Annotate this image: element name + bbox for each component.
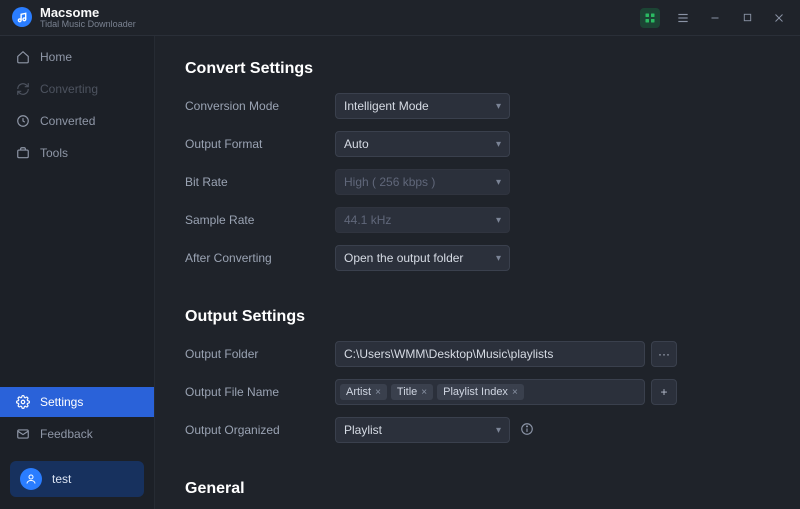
select-value: Auto bbox=[344, 137, 369, 151]
add-tag-button[interactable]: + bbox=[651, 379, 677, 405]
sidebar-user[interactable]: test bbox=[10, 461, 144, 497]
minimize-button[interactable] bbox=[706, 9, 724, 27]
chevron-down-icon: ▾ bbox=[496, 101, 501, 112]
chevron-down-icon: ▾ bbox=[496, 177, 501, 188]
select-sample-rate: 44.1 kHz ▾ bbox=[335, 207, 510, 233]
label-output-folder: Output Folder bbox=[185, 347, 335, 361]
sidebar-item-label: Feedback bbox=[40, 427, 93, 441]
plus-icon: + bbox=[660, 385, 667, 399]
tag-playlist-index[interactable]: Playlist Index× bbox=[437, 384, 524, 400]
sidebar: Home Converting Converted Tools bbox=[0, 36, 155, 509]
chevron-down-icon: ▾ bbox=[496, 253, 501, 264]
input-output-folder[interactable]: C:\Users\WMM\Desktop\Music\playlists bbox=[335, 341, 645, 367]
tag-title[interactable]: Title× bbox=[391, 384, 433, 400]
info-icon[interactable] bbox=[520, 422, 534, 439]
clock-icon bbox=[16, 114, 30, 128]
label-output-file-name: Output File Name bbox=[185, 385, 335, 399]
gear-icon bbox=[16, 395, 30, 409]
select-after-converting[interactable]: Open the output folder ▾ bbox=[335, 245, 510, 271]
user-label: test bbox=[52, 472, 71, 486]
remove-tag-icon[interactable]: × bbox=[375, 387, 381, 398]
label-bit-rate: Bit Rate bbox=[185, 175, 335, 189]
sidebar-item-home[interactable]: Home bbox=[0, 42, 154, 72]
label-output-organized: Output Organized bbox=[185, 423, 335, 437]
sidebar-item-label: Converted bbox=[40, 114, 95, 128]
sidebar-item-label: Settings bbox=[40, 395, 83, 409]
main-panel: Convert Settings Conversion Mode Intelli… bbox=[155, 36, 800, 509]
app-name: Macsome bbox=[40, 6, 136, 20]
input-value: C:\Users\WMM\Desktop\Music\playlists bbox=[344, 347, 553, 361]
close-button[interactable] bbox=[770, 9, 788, 27]
menu-button[interactable] bbox=[674, 9, 692, 27]
home-icon bbox=[16, 50, 30, 64]
section-title-convert: Convert Settings bbox=[185, 60, 770, 78]
select-bit-rate: High ( 256 kbps ) ▾ bbox=[335, 169, 510, 195]
titlebar: Macsome Tidal Music Downloader bbox=[0, 0, 800, 36]
toolbox-icon bbox=[16, 146, 30, 160]
sidebar-item-label: Home bbox=[40, 50, 72, 64]
grid-view-button[interactable] bbox=[640, 8, 660, 28]
chevron-down-icon: ▾ bbox=[496, 215, 501, 226]
avatar-icon bbox=[20, 468, 42, 490]
chevron-down-icon: ▾ bbox=[496, 139, 501, 150]
select-output-organized[interactable]: Playlist ▾ bbox=[335, 417, 510, 443]
ellipsis-icon: ··· bbox=[658, 347, 670, 361]
brand: Macsome Tidal Music Downloader bbox=[12, 6, 136, 29]
section-title-general: General bbox=[185, 480, 770, 498]
select-value: Open the output folder bbox=[344, 251, 463, 265]
label-after-converting: After Converting bbox=[185, 251, 335, 265]
label-output-format: Output Format bbox=[185, 137, 335, 151]
tagbox-file-name[interactable]: Artist× Title× Playlist Index× bbox=[335, 379, 645, 405]
sidebar-item-label: Converting bbox=[40, 82, 98, 96]
app-subtitle: Tidal Music Downloader bbox=[40, 20, 136, 29]
converting-icon bbox=[16, 82, 30, 96]
select-value: Playlist bbox=[344, 423, 382, 437]
remove-tag-icon[interactable]: × bbox=[421, 387, 427, 398]
sidebar-item-tools[interactable]: Tools bbox=[0, 138, 154, 168]
select-output-format[interactable]: Auto ▾ bbox=[335, 131, 510, 157]
sidebar-item-converting: Converting bbox=[0, 74, 154, 104]
select-conversion-mode[interactable]: Intelligent Mode ▾ bbox=[335, 93, 510, 119]
sidebar-item-feedback[interactable]: Feedback bbox=[0, 419, 154, 449]
select-value: High ( 256 kbps ) bbox=[344, 175, 435, 189]
select-value: 44.1 kHz bbox=[344, 213, 391, 227]
label-conversion-mode: Conversion Mode bbox=[185, 99, 335, 113]
app-logo-icon bbox=[12, 7, 32, 27]
sidebar-item-settings[interactable]: Settings bbox=[0, 387, 154, 417]
sidebar-item-label: Tools bbox=[40, 146, 68, 160]
chevron-down-icon: ▾ bbox=[496, 425, 501, 436]
mail-icon bbox=[16, 427, 30, 441]
label-sample-rate: Sample Rate bbox=[185, 213, 335, 227]
remove-tag-icon[interactable]: × bbox=[512, 387, 518, 398]
sidebar-item-converted[interactable]: Converted bbox=[0, 106, 154, 136]
section-title-output: Output Settings bbox=[185, 308, 770, 326]
browse-folder-button[interactable]: ··· bbox=[651, 341, 677, 367]
select-value: Intelligent Mode bbox=[344, 99, 429, 113]
maximize-button[interactable] bbox=[738, 9, 756, 27]
tag-artist[interactable]: Artist× bbox=[340, 384, 387, 400]
